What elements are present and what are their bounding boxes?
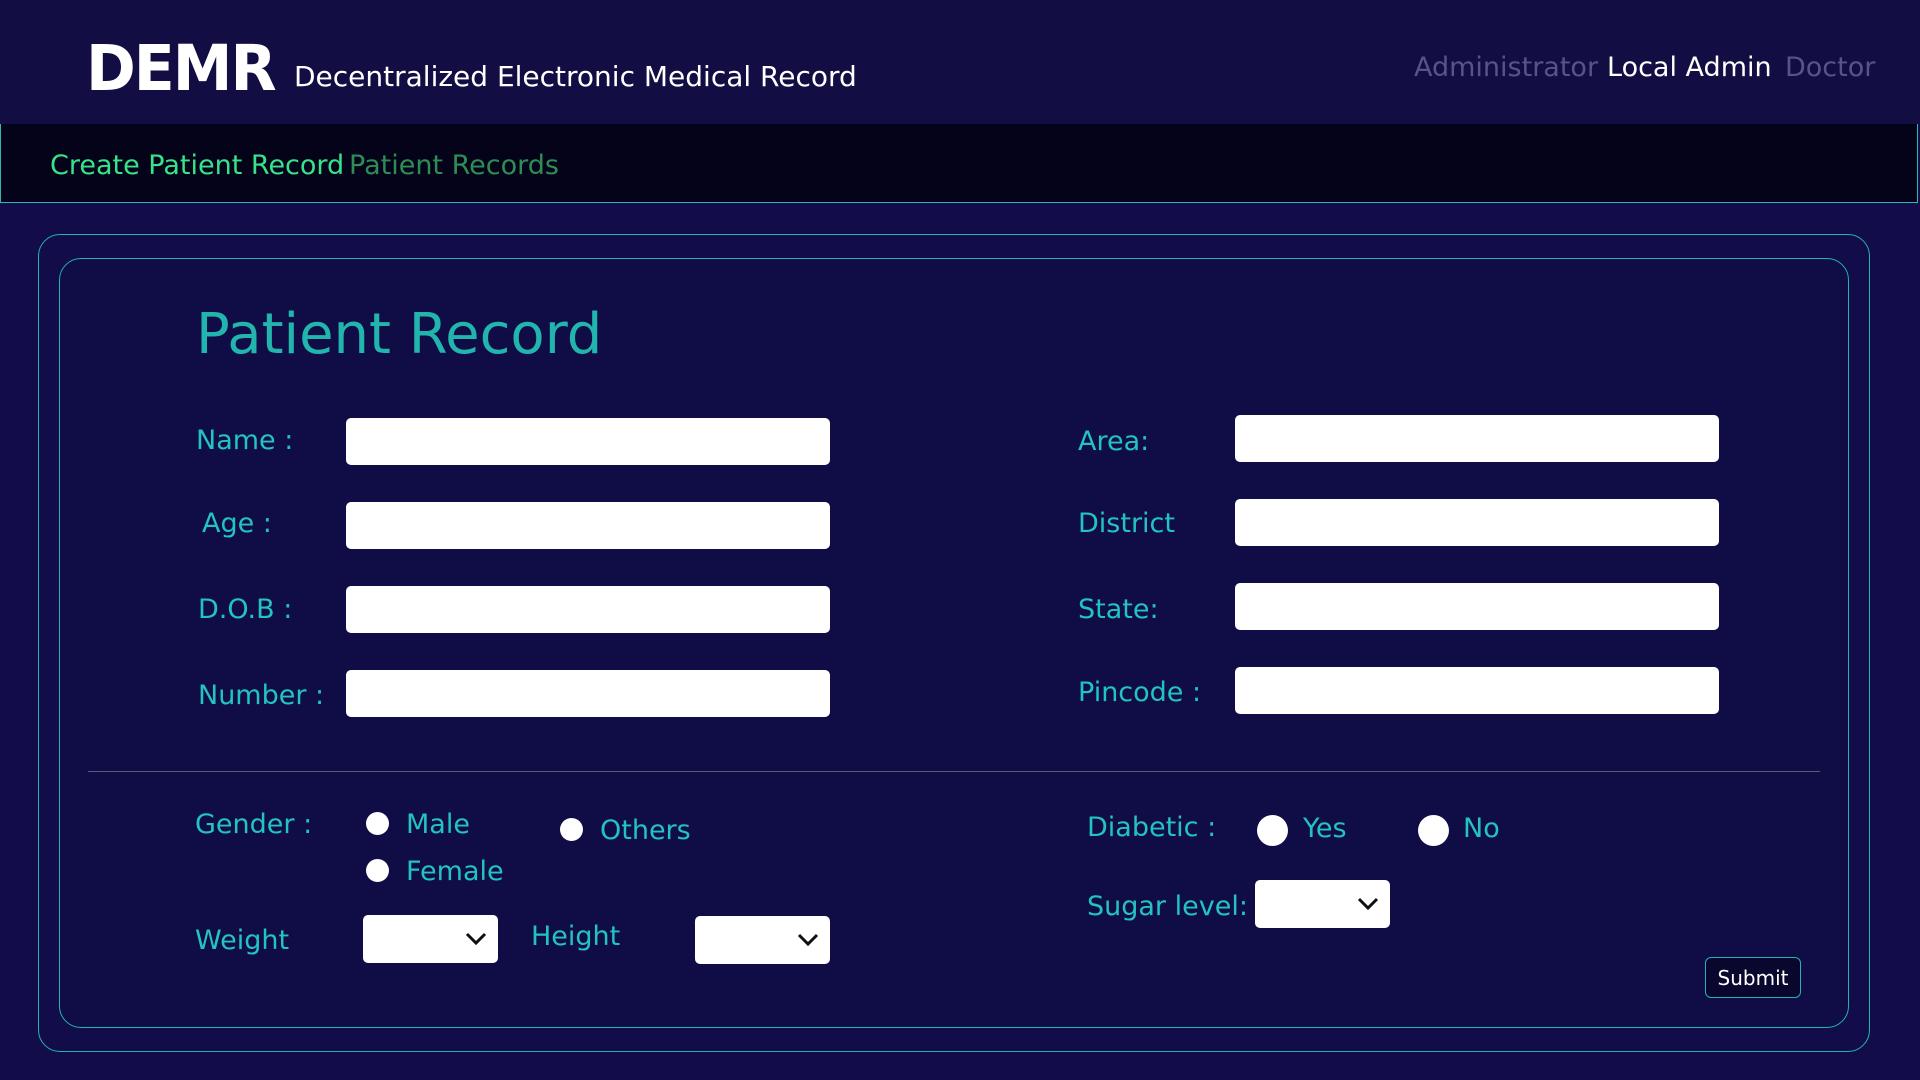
gender-male-label: Male — [406, 809, 470, 840]
height-label: Height — [531, 921, 621, 952]
chevron-down-icon — [797, 933, 819, 947]
name-label: Name : — [196, 425, 294, 456]
gender-label: Gender : — [195, 809, 313, 840]
weight-select[interactable] — [363, 915, 498, 963]
gender-male-radio[interactable] — [366, 812, 389, 835]
app-subtitle: Decentralized Electronic Medical Record — [294, 60, 857, 93]
sugar-level-select[interactable] — [1255, 880, 1390, 928]
diabetic-yes-radio[interactable] — [1257, 815, 1288, 846]
diabetic-yes-label: Yes — [1303, 813, 1347, 844]
role-administrator[interactable]: Administrator — [1414, 52, 1598, 83]
district-input[interactable] — [1235, 499, 1719, 546]
gender-others-radio[interactable] — [560, 818, 583, 841]
diabetic-no-label: No — [1463, 813, 1500, 844]
demr-logo: DEMR — [86, 32, 277, 106]
tab-create-patient-record[interactable]: Create Patient Record — [50, 150, 344, 181]
top-header: DEMR Decentralized Electronic Medical Re… — [0, 0, 1920, 124]
diabetic-label: Diabetic : — [1087, 812, 1217, 843]
gender-female-label: Female — [406, 856, 504, 887]
pincode-input[interactable] — [1235, 667, 1719, 714]
sugar-level-label: Sugar level: — [1087, 891, 1248, 922]
area-label: Area: — [1078, 426, 1150, 457]
chevron-down-icon — [1357, 897, 1379, 911]
sub-navigation: Create Patient Record Patient Records — [0, 124, 1918, 203]
height-select[interactable] — [695, 916, 830, 964]
role-local-admin[interactable]: Local Admin — [1607, 52, 1772, 83]
state-label: State: — [1078, 594, 1159, 625]
gender-female-radio[interactable] — [366, 859, 389, 882]
dob-input[interactable] — [346, 586, 830, 633]
tab-patient-records[interactable]: Patient Records — [349, 150, 559, 181]
diabetic-no-radio[interactable] — [1418, 815, 1449, 846]
form-title: Patient Record — [196, 302, 603, 367]
age-input[interactable] — [346, 502, 830, 549]
state-input[interactable] — [1235, 583, 1719, 630]
gender-others-label: Others — [600, 815, 691, 846]
patient-form-card — [59, 258, 1849, 1028]
role-doctor[interactable]: Doctor — [1785, 52, 1875, 83]
district-label: District — [1078, 508, 1175, 539]
number-input[interactable] — [346, 670, 830, 717]
submit-button[interactable]: Submit — [1705, 957, 1801, 998]
chevron-down-icon — [465, 932, 487, 946]
area-input[interactable] — [1235, 415, 1719, 462]
name-input[interactable] — [346, 418, 830, 465]
number-label: Number : — [198, 680, 325, 711]
age-label: Age : — [202, 508, 272, 539]
section-divider — [88, 771, 1820, 772]
dob-label: D.O.B : — [198, 594, 293, 625]
weight-label: Weight — [195, 925, 290, 956]
pincode-label: Pincode : — [1078, 677, 1202, 708]
